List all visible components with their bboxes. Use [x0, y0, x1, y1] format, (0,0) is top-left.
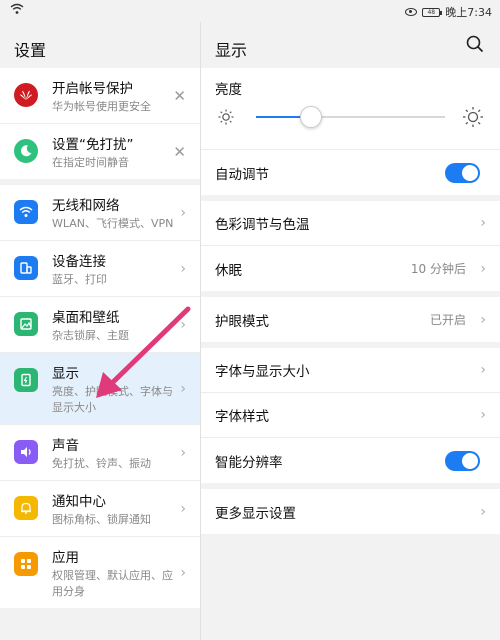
auto-adjust-toggle[interactable] — [445, 162, 480, 183]
chevron-right-icon: › — [480, 362, 486, 378]
sidebar-item-title: 通知中心 — [52, 494, 106, 510]
chevron-right-icon: › — [180, 444, 186, 461]
suggestion-title: 设置“免打扰” — [52, 137, 134, 153]
chevron-right-icon: › — [480, 503, 486, 520]
sidebar-item-subtitle: 权限管理、默认应用、应用分身 — [52, 569, 173, 598]
suggestion-account-protection[interactable]: 开启帐号保护 华为帐号使用更安全 ✕ — [0, 68, 200, 124]
chevron-right-icon: › — [480, 260, 486, 277]
chevron-right-icon: › — [180, 204, 186, 221]
sidebar-item-subtitle: 免打扰、铃声、振动 — [52, 457, 151, 470]
font-group: 字体与显示大小 › 字体样式 › 智能分辨率 — [201, 348, 500, 483]
wallpaper-icon — [14, 312, 38, 336]
sidebar-item-title: 设备连接 — [52, 254, 106, 270]
bell-icon — [14, 496, 38, 520]
settings-list: 无线和网络 WLAN、飞行模式、VPN › 设备连接 蓝牙、打印 › 桌面和壁纸… — [0, 185, 200, 608]
sidebar-item-title: 显示 — [52, 366, 79, 382]
color-temperature-label: 色彩调节与色温 — [215, 217, 310, 233]
chevron-right-icon: › — [480, 311, 486, 328]
eye-comfort-row[interactable]: 护眼模式 已开启 › — [201, 297, 500, 342]
brightness-group: 亮度 自动调节 — [201, 68, 500, 195]
font-style-label: 字体样式 — [215, 409, 269, 425]
eye-comfort-group: 护眼模式 已开启 › — [201, 297, 500, 342]
display-icon — [14, 368, 38, 392]
chevron-right-icon: › — [180, 316, 186, 333]
auto-adjust-label: 自动调节 — [215, 166, 269, 183]
suggestion-subtitle: 在指定时间静音 — [52, 156, 129, 169]
sidebar-item-sound[interactable]: 声音 免打扰、铃声、振动 › — [0, 425, 200, 481]
suggestion-subtitle: 华为帐号使用更安全 — [52, 100, 151, 113]
chevron-right-icon: › — [180, 380, 186, 397]
brightness-label: 亮度 — [215, 82, 242, 98]
sidebar-item-title: 应用 — [52, 550, 79, 566]
sidebar-title: 设置 — [14, 41, 47, 60]
font-size-row[interactable]: 字体与显示大小 › — [201, 348, 500, 393]
sidebar-item-device-connection[interactable]: 设备连接 蓝牙、打印 › — [0, 241, 200, 297]
page-title: 显示 — [215, 41, 248, 60]
sleep-label: 休眠 — [215, 262, 242, 279]
sidebar-item-subtitle: 蓝牙、打印 — [52, 273, 107, 286]
pane-header: 显示 — [201, 22, 500, 68]
more-display-settings-row[interactable]: 更多显示设置 › — [201, 489, 500, 534]
apps-icon — [14, 552, 38, 576]
sidebar-item-subtitle: 杂志锁屏、主题 — [52, 329, 129, 342]
color-temperature-row[interactable]: 色彩调节与色温 › — [201, 201, 500, 246]
chevron-right-icon: › — [180, 260, 186, 277]
sidebar-item-title: 声音 — [52, 438, 79, 454]
color-sleep-group: 色彩调节与色温 › 休眠 10 分钟后 › — [201, 201, 500, 291]
eye-comfort-status-icon — [405, 8, 418, 16]
devices-icon — [14, 256, 38, 280]
dismiss-close-icon[interactable]: ✕ — [173, 143, 186, 161]
sidebar-item-subtitle: 图标角标、锁屏通知 — [52, 513, 151, 526]
wifi-icon — [14, 200, 38, 224]
smart-resolution-label: 智能分辨率 — [215, 454, 283, 471]
font-size-label: 字体与显示大小 — [215, 364, 310, 380]
dismiss-close-icon[interactable]: ✕ — [173, 87, 186, 105]
sidebar-item-apps[interactable]: 应用 权限管理、默认应用、应用分身 › — [0, 537, 200, 608]
sleep-value: 10 分钟后 — [410, 262, 466, 276]
sidebar-item-home-wallpaper[interactable]: 桌面和壁纸 杂志锁屏、主题 › — [0, 297, 200, 353]
settings-sidebar: 设置 开启帐号保护 华为帐号使用更安全 ✕ 设置“免打扰” 在指定时间静音 ✕ — [0, 22, 200, 640]
brightness-slider-thumb[interactable] — [299, 106, 322, 128]
sun-small-icon — [218, 109, 234, 125]
chevron-right-icon: › — [480, 407, 486, 423]
sidebar-item-subtitle: WLAN、飞行模式、VPN — [52, 217, 174, 230]
moon-icon — [14, 139, 38, 163]
eye-comfort-label: 护眼模式 — [215, 313, 269, 330]
more-group: 更多显示设置 › — [201, 489, 500, 534]
display-settings-pane: 显示 亮度 自动调节 色彩调节与色温 › 休眠 10 分钟后 › 护眼模式 已开… — [201, 22, 500, 640]
suggestion-title: 开启帐号保护 — [52, 81, 133, 97]
battery-icon: 48 — [422, 7, 443, 17]
more-display-settings-label: 更多显示设置 — [215, 505, 296, 522]
font-style-row[interactable]: 字体样式 › — [201, 393, 500, 438]
sound-icon — [14, 440, 38, 464]
sun-large-icon — [463, 107, 483, 127]
sidebar-item-notifications[interactable]: 通知中心 图标角标、锁屏通知 › — [0, 481, 200, 537]
chevron-right-icon: › — [480, 215, 486, 231]
status-bar: 48 晚上7:34 — [0, 0, 500, 22]
suggestion-group: 开启帐号保护 华为帐号使用更安全 ✕ 设置“免打扰” 在指定时间静音 ✕ — [0, 68, 200, 179]
smart-resolution-row[interactable]: 智能分辨率 — [201, 438, 500, 483]
search-icon[interactable] — [466, 35, 484, 53]
huawei-icon — [14, 83, 38, 107]
chevron-right-icon: › — [180, 564, 186, 581]
auto-adjust-row[interactable]: 自动调节 — [201, 150, 500, 195]
sidebar-item-subtitle: 亮度、护眼模式、字体与显示大小 — [52, 385, 173, 414]
sleep-row[interactable]: 休眠 10 分钟后 › — [201, 246, 500, 291]
smart-resolution-toggle[interactable] — [445, 450, 480, 471]
eye-comfort-value: 已开启 — [429, 313, 466, 327]
brightness-slider[interactable] — [256, 106, 445, 128]
sidebar-item-wireless[interactable]: 无线和网络 WLAN、飞行模式、VPN › — [0, 185, 200, 241]
sidebar-item-display[interactable]: 显示 亮度、护眼模式、字体与显示大小 › — [0, 353, 200, 425]
suggestion-do-not-disturb[interactable]: 设置“免打扰” 在指定时间静音 ✕ — [0, 124, 200, 179]
chevron-right-icon: › — [180, 500, 186, 517]
status-time: 晚上7:34 — [445, 6, 492, 19]
wifi-status-icon — [10, 3, 24, 14]
sidebar-item-title: 无线和网络 — [52, 198, 120, 214]
brightness-row: 亮度 — [201, 68, 500, 150]
sidebar-item-title: 桌面和壁纸 — [52, 310, 120, 326]
